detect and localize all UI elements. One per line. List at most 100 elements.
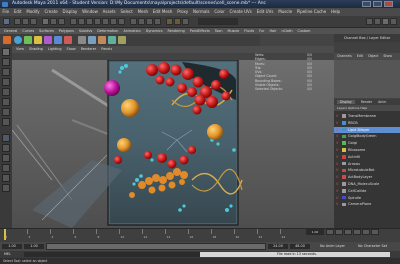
magenta-sphere[interactable] [104,80,120,96]
select-by-object-icon[interactable] [50,18,57,25]
layer-color-swatch[interactable] [342,141,346,145]
command-input[interactable] [24,252,224,257]
snap-plane-icon[interactable] [154,18,161,25]
play-backward-icon[interactable] [344,229,352,235]
shelf-tab-animation[interactable]: Animation [123,29,140,33]
shelf-tab-hair[interactable]: Hair [269,29,276,33]
show-tool-settings-icon[interactable] [374,18,381,25]
menu-file[interactable]: File [2,9,9,14]
menu-assets[interactable]: Assets [103,9,116,14]
sphere-icon[interactable] [14,36,22,44]
layer-row[interactable]: V Ribosome [334,147,400,153]
four-pane-layout-icon[interactable] [2,144,10,152]
viewport-menu-renderer[interactable]: Renderer [81,47,96,51]
viewport-menu-show[interactable]: Show [67,47,76,51]
shelf-tab-curves[interactable]: Curves [22,29,34,33]
hypershade-layout-icon[interactable] [2,184,10,192]
visibility-toggle[interactable]: V [336,114,338,118]
channel-box-menu-object[interactable]: Object [368,54,378,58]
tab-anim[interactable]: Anim [378,100,386,104]
tab-render[interactable]: Render [361,100,372,104]
channel-box-menu-channels[interactable]: Channels [337,54,352,58]
channel-box-body[interactable] [334,60,400,98]
layer-color-swatch[interactable] [342,168,346,173]
render-frame-icon[interactable] [166,18,173,25]
layer-color-swatch[interactable] [342,202,346,207]
ribosome-sphere[interactable] [117,138,131,152]
channel-box-menu-show[interactable]: Show [383,54,392,58]
layer-row[interactable]: V MicrotubuleBot [334,167,400,173]
shelf-tab-general[interactable]: General [4,29,17,33]
mask-deformations-icon[interactable] [102,18,109,25]
menu-window[interactable]: Window [82,9,98,14]
mask-rendering-icon[interactable] [118,18,125,25]
channel-box-menu-edit[interactable]: Edit [357,54,363,58]
menu-select[interactable]: Select [120,9,132,14]
end-time-field[interactable]: 48.00 [290,244,310,249]
show-channel-box-icon[interactable] [382,18,389,25]
layer-row[interactable]: V ActBodyLayer [334,174,400,180]
go-to-start-icon[interactable] [326,229,334,235]
shelf-tab-custom[interactable]: Custom [297,29,310,33]
layer-color-swatch[interactable] [342,182,346,186]
menu-proxy[interactable]: Proxy [177,9,188,14]
layer-color-swatch[interactable] [342,148,346,152]
maximize-button[interactable] [373,1,382,7]
ipr-render-icon[interactable] [174,18,181,25]
move-tool-icon[interactable] [2,78,10,86]
smooth-icon[interactable] [108,36,116,44]
select-tool-icon[interactable] [2,48,10,56]
shelf-tab-polygons[interactable]: Polygons [59,29,74,33]
menu-display[interactable]: Display [63,9,78,14]
menu-muscle[interactable]: Muscle [278,9,292,14]
shelf-tab-fluids[interactable]: Fluids [244,29,254,33]
layer-color-swatch[interactable] [342,120,346,125]
layer-row[interactable]: V TransMembrane [334,113,400,119]
render-settings-icon[interactable] [182,18,189,25]
graph-layout-icon[interactable] [2,174,10,182]
outliner-layout-icon[interactable] [2,164,10,172]
ribosome-sphere[interactable] [207,124,223,140]
visibility-toggle[interactable]: V [336,148,338,152]
shelf-tab-dynamics[interactable]: Dynamics [146,29,163,33]
shelf-menu-icon[interactable] [3,36,11,44]
anim-layer-dropdown[interactable]: No Anim Layer [320,242,345,251]
visibility-toggle[interactable]: V [336,162,338,166]
layer-row[interactable]: V Lipid Bilayer [334,126,400,133]
scale-tool-icon[interactable] [2,98,10,106]
new-scene-icon[interactable] [14,18,21,25]
maya-app-icon[interactable] [2,1,8,7]
visibility-toggle[interactable]: V [336,189,338,193]
ribosome-sphere[interactable] [121,99,139,117]
layer-row[interactable]: V DNA_MolecuScale [334,181,400,187]
mask-dynamics-icon[interactable] [110,18,117,25]
select-by-component-icon[interactable] [58,18,65,25]
extrude-icon[interactable] [88,36,96,44]
viewport-menu-shading[interactable]: Shading [29,47,43,51]
save-scene-icon[interactable] [30,18,37,25]
viewport-menu-panels[interactable]: Panels [101,47,112,51]
snap-point-icon[interactable] [146,18,153,25]
open-scene-icon[interactable] [22,18,29,25]
single-pane-layout-icon[interactable] [2,134,10,142]
menu-mesh[interactable]: Mesh [138,9,149,14]
snap-grid-icon[interactable] [130,18,137,25]
layer-color-swatch[interactable] [342,127,346,132]
cylinder-icon[interactable] [34,36,42,44]
menu-edit-mesh[interactable]: Edit Mesh [153,9,173,14]
mel-label[interactable]: MEL [0,252,11,256]
layer-color-swatch[interactable] [342,161,346,166]
step-back-icon[interactable] [335,229,343,235]
layer-row[interactable]: V GolgiBodyGreen [334,133,400,139]
mask-curves-icon[interactable] [86,18,93,25]
cone-icon[interactable] [44,36,52,44]
cube-icon[interactable] [24,36,32,44]
shelf-tab-toon[interactable]: Toon [215,29,223,33]
toggle-panel-icon[interactable] [390,18,397,25]
menu-pipeline-cache[interactable]: Pipeline Cache [297,9,326,14]
plane-icon[interactable] [54,36,62,44]
rotate-tool-icon[interactable] [2,88,10,96]
layer-row[interactable]: V RBCB [334,120,400,126]
layer-color-swatch[interactable] [342,195,346,200]
shelf-tab-subdivs[interactable]: Subdivs [79,29,92,33]
